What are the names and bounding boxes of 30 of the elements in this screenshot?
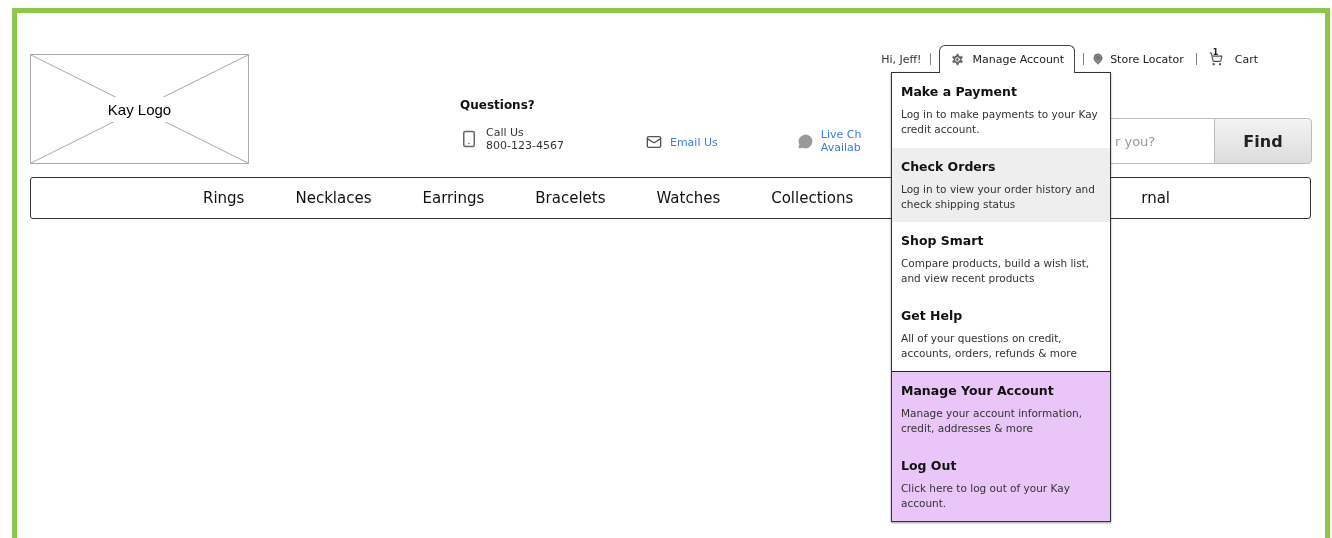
settings-icon <box>949 52 965 67</box>
find-button[interactable]: Find <box>1214 118 1312 164</box>
menu-item[interactable]: Manage Your Account Manage your account information, credit, addresses & more <box>892 372 1110 447</box>
cart-count: 1 <box>1212 48 1219 57</box>
menu-item[interactable]: Check Orders Log in to view your order history and check shipping status <box>892 147 1110 222</box>
nav-link[interactable]: Rings <box>203 189 245 207</box>
nav-link[interactable]: Bracelets <box>535 189 606 207</box>
menu-item[interactable]: Make a Payment Log in to make payments to your Kay credit account. <box>892 73 1110 148</box>
chat-icon <box>797 133 813 149</box>
greeting: Hi, Jeff! <box>881 52 922 66</box>
questions-heading: Questions? <box>460 98 536 112</box>
store-locator-link[interactable]: Store Locator <box>1092 52 1184 66</box>
map-pin-icon <box>1092 53 1105 65</box>
call-us-label: Call Us <box>486 126 525 139</box>
nav-link[interactable]: rnal <box>1141 189 1170 207</box>
search-field[interactable]: r you? <box>1110 118 1214 164</box>
menu-item[interactable]: Shop Smart Compare products, build a wish list, and view recent products <box>892 222 1110 297</box>
live-chat-link[interactable]: Live Ch <box>820 128 862 141</box>
mail-icon <box>645 134 662 150</box>
nav-link[interactable]: Collections <box>771 189 854 207</box>
menu-item[interactable]: Log Out Click here to log out of your Kay account. <box>892 446 1110 521</box>
live-chat-link[interactable]: Availab <box>820 141 862 154</box>
manage-account-button[interactable]: Manage Account <box>938 45 1076 73</box>
nav-link[interactable]: Necklaces <box>295 189 372 207</box>
nav-link[interactable]: Earrings <box>422 189 485 207</box>
phone-number: 800-123-4567 <box>486 139 564 152</box>
menu-item[interactable]: Get Help All of your questions on credit, accounts, orders, refunds & more <box>892 296 1110 371</box>
nav-link[interactable]: Watches <box>656 189 721 207</box>
phone-icon <box>460 130 478 148</box>
email-link[interactable]: Email Us <box>669 135 718 149</box>
